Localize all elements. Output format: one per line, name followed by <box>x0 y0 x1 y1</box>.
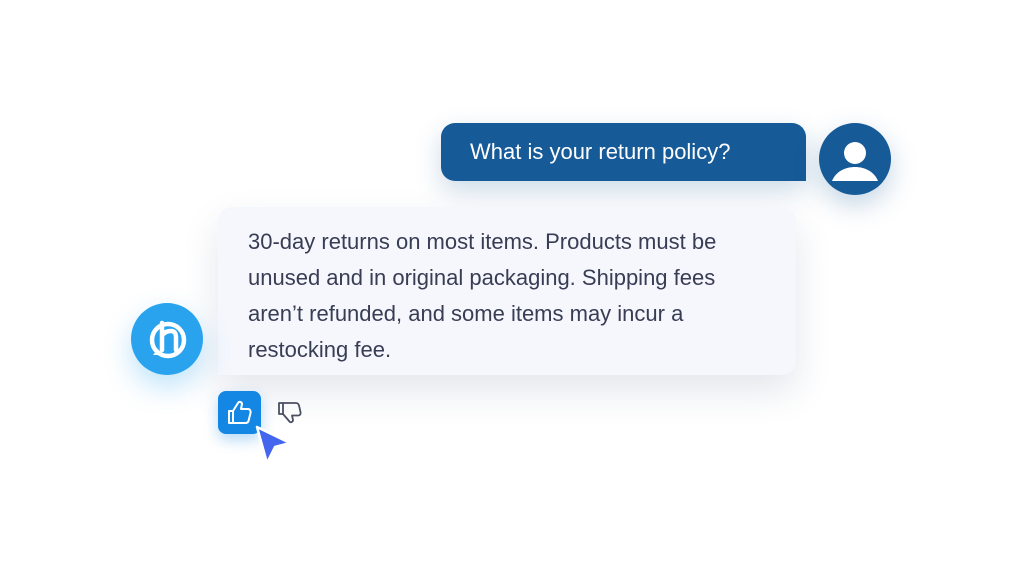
chat-canvas: What is your return policy? 30-day retur… <box>0 0 1024 563</box>
user-message-text: What is your return policy? <box>470 139 731 164</box>
bot-message-text: 30-day returns on most items. Products m… <box>248 229 717 362</box>
person-icon <box>832 142 878 181</box>
chat-logo-icon <box>149 320 187 359</box>
bot-message-bubble: 30-day returns on most items. Products m… <box>218 207 796 375</box>
mouse-cursor-icon <box>254 424 294 468</box>
user-message-bubble: What is your return policy? <box>441 123 806 181</box>
user-avatar <box>819 123 891 195</box>
bot-avatar <box>131 303 203 375</box>
